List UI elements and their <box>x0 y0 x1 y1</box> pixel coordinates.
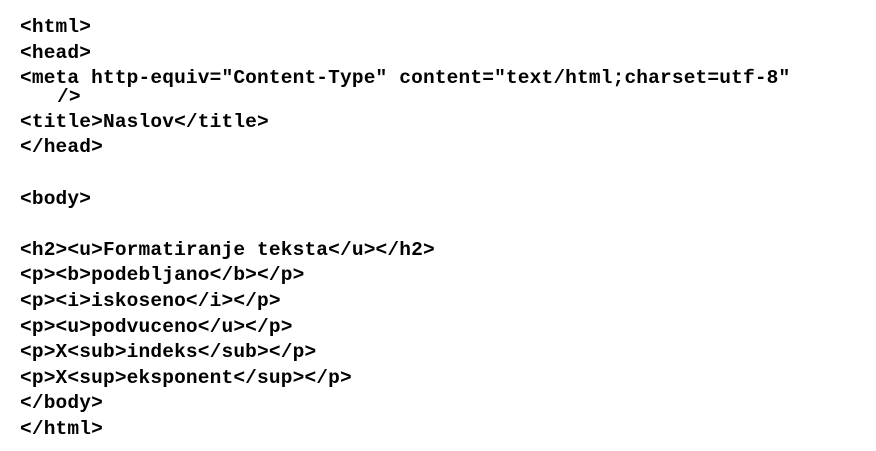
code-line-html-open: <html> <box>20 16 92 38</box>
code-line-underline: <p><u>podvuceno</u></p> <box>20 315 293 338</box>
code-line-html-close: </html> <box>20 417 103 440</box>
code-line-h2: <h2><u>Formatiranje teksta</u></h2> <box>20 238 435 261</box>
code-line-title: <title>Naslov</title> <box>20 110 269 133</box>
code-line-subscript: <p>X<sub>indeks</sub></p> <box>20 341 317 364</box>
code-line-italic: <p><i>iskoseno</i></p> <box>20 289 281 312</box>
code-listing: <html> <head> <meta http-equiv="Content-… <box>20 15 870 443</box>
code-line-body-close: </body> <box>20 392 103 415</box>
code-line-bold: <p><b>podebljano</b></p> <box>20 264 305 287</box>
code-line-head-close: </head> <box>20 136 103 159</box>
code-line-superscript: <p>X<sup>eksponent</sup></p> <box>20 366 352 389</box>
code-line-meta: <meta http-equiv="Content-Type" content=… <box>20 67 791 90</box>
code-line-head-open: <head> <box>20 41 92 64</box>
code-line-body-open: <body> <box>20 187 92 210</box>
